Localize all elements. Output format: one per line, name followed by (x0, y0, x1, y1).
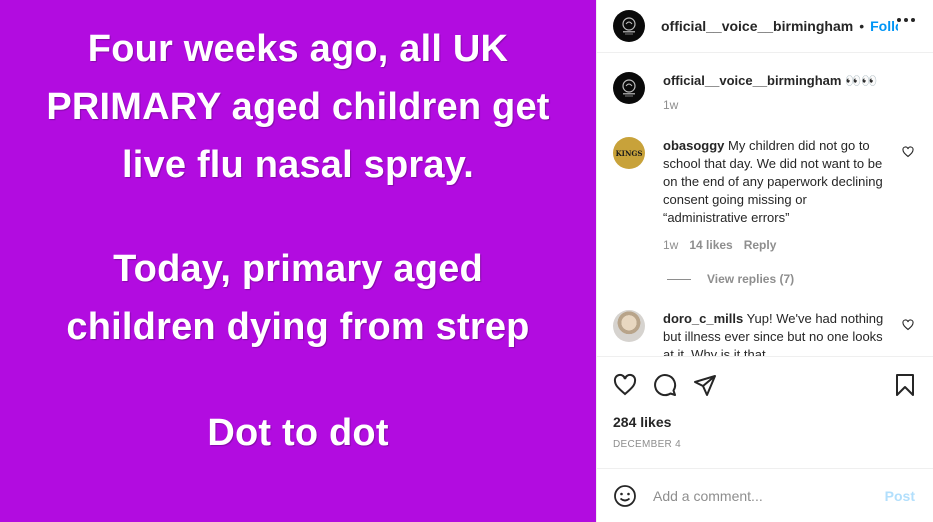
image-text-line: Four weeks ago, all UK (87, 28, 509, 70)
caption-body: official__voice__birmingham 👀👀 1w (663, 72, 913, 114)
image-text-paragraph-3: Dot to dot (207, 404, 388, 462)
caption-avatar[interactable] (613, 72, 645, 104)
voice-logo-icon (622, 17, 636, 35)
caption-meta: 1w (663, 96, 913, 114)
post-image: Four weeks ago, all UK PRIMARY aged chil… (0, 0, 596, 522)
emoji-icon[interactable] (613, 484, 637, 508)
replies-divider-line (667, 278, 691, 280)
view-replies-label: View replies (7) (707, 272, 795, 286)
image-text-paragraph-1: Four weeks ago, all UK PRIMARY aged chil… (46, 20, 549, 194)
image-text-paragraph-2: Today, primary aged children dying from … (66, 240, 529, 356)
image-text-line: live flu nasal spray. (122, 144, 474, 186)
comment-body: obasoggy My children did not go to schoo… (663, 137, 893, 254)
follow-button[interactable]: Follow (870, 18, 898, 34)
post-header: official__voice__birmingham • Follow (597, 0, 933, 53)
separator-dot: • (859, 18, 865, 34)
bookmark-button[interactable] (893, 373, 917, 397)
image-text-line: Today, primary aged (113, 248, 483, 290)
author-username[interactable]: official__voice__birmingham (661, 18, 853, 34)
post-date[interactable]: DECEMBER 4 (613, 439, 681, 450)
image-text-line: Dot to dot (207, 412, 389, 454)
bookmark-icon[interactable] (893, 373, 917, 397)
comment-input[interactable] (653, 487, 873, 504)
comment-icon[interactable] (653, 373, 677, 397)
likes-count[interactable]: 284 likes (613, 414, 671, 430)
caption-username[interactable]: official__voice__birmingham (663, 73, 841, 88)
image-text-line: children dying from strep (66, 306, 530, 348)
commenter-avatar[interactable]: KINGS (613, 137, 645, 169)
caption-time[interactable]: 1w (663, 96, 678, 114)
voice-logo-icon (622, 79, 636, 97)
caption-item: official__voice__birmingham 👀👀 1w (613, 72, 918, 114)
more-options-icon[interactable] (897, 18, 915, 22)
like-comment-icon[interactable] (902, 145, 914, 163)
view-replies-button[interactable]: View replies (7) (667, 272, 794, 286)
comments-list: official__voice__birmingham 👀👀 1w KINGS … (597, 54, 933, 356)
image-text-line: PRIMARY aged children get (46, 86, 550, 128)
comment-username[interactable]: doro_c_mills (663, 311, 743, 326)
add-comment-bar: Post (597, 468, 933, 522)
comment-item: doro_c_mills Yup! We've had nothing but … (613, 310, 918, 356)
comment-meta: 1w 14 likes Reply (663, 236, 893, 254)
post-side-panel: official__voice__birmingham • Follow off… (596, 0, 933, 522)
comment-likes[interactable]: 14 likes (689, 236, 732, 254)
comment-body: doro_c_mills Yup! We've had nothing but … (663, 310, 893, 356)
comment-time[interactable]: 1w (663, 236, 678, 254)
post-comment-button[interactable]: Post (885, 488, 915, 504)
post-actions: 284 likes DECEMBER 4 (597, 356, 933, 468)
reply-button[interactable]: Reply (744, 236, 777, 254)
comment-item: KINGS obasoggy My children did not go to… (613, 137, 918, 254)
commenter-avatar[interactable] (613, 310, 645, 342)
action-icons-row (613, 373, 717, 397)
share-icon[interactable] (693, 373, 717, 397)
caption-text: 👀👀 (845, 73, 878, 88)
author-avatar[interactable] (613, 10, 645, 42)
comment-username[interactable]: obasoggy (663, 138, 724, 153)
like-comment-icon[interactable] (902, 318, 914, 336)
heart-icon[interactable] (613, 373, 637, 397)
